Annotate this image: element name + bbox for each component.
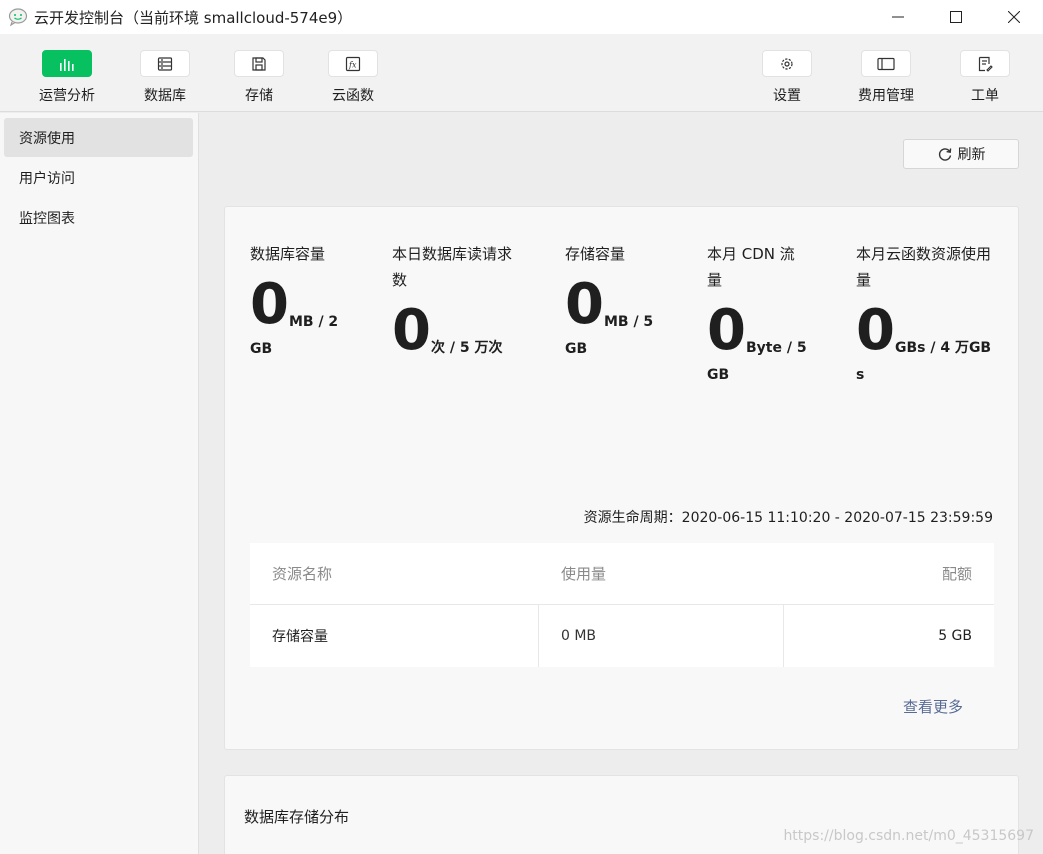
main-toolbar: 运营分析 数据库 存储 fx 云函数 设置 费用管理 工单 bbox=[0, 34, 1043, 112]
tool-cloud-function[interactable]: fx 云函数 bbox=[313, 50, 393, 105]
sidebar-item-monitoring-charts[interactable]: 监控图表 bbox=[4, 198, 193, 237]
tool-ticket-label: 工单 bbox=[971, 88, 999, 104]
tool-billing[interactable]: 费用管理 bbox=[846, 50, 926, 105]
tool-database-button[interactable] bbox=[140, 50, 190, 77]
storage-icon bbox=[252, 56, 266, 71]
table-header-usage: 使用量 bbox=[561, 565, 607, 583]
table-header-row: 资源名称 使用量 配额 bbox=[250, 543, 994, 605]
metric-db-read-requests: 本日数据库读请求数 0次 / 5 万次 bbox=[392, 241, 517, 361]
metric-value: 0 bbox=[392, 298, 431, 363]
tool-analytics-label: 运营分析 bbox=[39, 88, 95, 104]
lifecycle-value: 2020-06-15 11:10:20 - 2020-07-15 23:59:5… bbox=[681, 510, 993, 526]
function-icon: fx bbox=[345, 56, 361, 71]
metric-value: 0 bbox=[707, 298, 746, 363]
resource-usage-card: 数据库容量 0MB / 2 GB 本日数据库读请求数 0次 / 5 万次 存储容… bbox=[224, 206, 1019, 750]
metric-label: 本月 CDN 流量 bbox=[707, 245, 795, 289]
maximize-icon bbox=[950, 11, 962, 23]
metric-value: 0 bbox=[565, 272, 604, 337]
tool-ticket[interactable]: 工单 bbox=[945, 50, 1025, 105]
sidebar-item-resource-usage[interactable]: 资源使用 bbox=[4, 118, 193, 157]
resource-table: 资源名称 使用量 配额 存储容量 0 MB 5 GB bbox=[250, 543, 994, 667]
tool-storage-label: 存储 bbox=[245, 88, 273, 104]
app-logo-icon bbox=[8, 8, 28, 27]
tool-settings-label: 设置 bbox=[773, 88, 801, 104]
close-icon bbox=[1008, 11, 1020, 23]
metric-label: 数据库容量 bbox=[250, 245, 326, 263]
tool-settings-button[interactable] bbox=[762, 50, 812, 77]
metric-cdn-traffic: 本月 CDN 流量 0Byte / 5 GB bbox=[707, 241, 807, 388]
section-title: 数据库存储分布 bbox=[244, 808, 350, 826]
metric-storage-capacity: 存储容量 0MB / 5 GB bbox=[565, 241, 665, 362]
window-title: 云开发控制台（当前环境 smallcloud-574e9） bbox=[34, 8, 353, 27]
tool-analytics[interactable]: 运营分析 bbox=[27, 50, 107, 105]
watermark: https://blog.csdn.net/m0_45315697 bbox=[783, 828, 1034, 844]
tool-analytics-button[interactable] bbox=[42, 50, 92, 77]
metric-function-resource: 本月云函数资源使用量 0GBs / 4 万GBs bbox=[856, 241, 996, 388]
tool-billing-label: 费用管理 bbox=[858, 88, 914, 104]
main-content: 刷新 数据库容量 0MB / 2 GB 本日数据库读请求数 0次 / 5 万次 … bbox=[199, 113, 1043, 854]
tool-billing-button[interactable] bbox=[861, 50, 911, 77]
metric-label: 本月云函数资源使用量 bbox=[856, 245, 992, 289]
tool-database-label: 数据库 bbox=[144, 88, 186, 104]
sidebar-item-user-access[interactable]: 用户访问 bbox=[4, 158, 193, 197]
tool-database[interactable]: 数据库 bbox=[125, 50, 205, 105]
title-bar: 云开发控制台（当前环境 smallcloud-574e9） bbox=[0, 0, 1043, 34]
refresh-button[interactable]: 刷新 bbox=[903, 139, 1019, 169]
gear-icon bbox=[781, 57, 793, 70]
metric-unit: 次 / 5 万次 bbox=[430, 340, 503, 356]
svg-text:fx: fx bbox=[348, 60, 357, 69]
table-row: 存储容量 0 MB 5 GB bbox=[250, 605, 994, 667]
minimize-icon bbox=[892, 16, 904, 18]
refresh-label: 刷新 bbox=[957, 147, 986, 163]
tool-cloud-function-label: 云函数 bbox=[332, 88, 374, 104]
refresh-icon bbox=[938, 148, 951, 161]
table-cell-name: 存储容量 bbox=[250, 605, 539, 667]
metric-value: 0 bbox=[250, 272, 289, 337]
table-cell-quota: 5 GB bbox=[938, 628, 972, 644]
bar-chart-icon bbox=[60, 58, 74, 71]
resource-lifecycle: 资源生命周期：2020-06-15 11:10:20 - 2020-07-15 … bbox=[584, 507, 993, 527]
tool-storage[interactable]: 存储 bbox=[219, 50, 299, 105]
billing-icon bbox=[877, 57, 895, 70]
maximize-button[interactable] bbox=[927, 0, 985, 34]
database-icon bbox=[157, 56, 173, 71]
sidebar: 资源使用 用户访问 监控图表 bbox=[0, 113, 199, 854]
ticket-icon bbox=[978, 56, 993, 72]
minimize-button[interactable] bbox=[869, 0, 927, 34]
metric-label: 本日数据库读请求数 bbox=[392, 245, 513, 289]
table-header-quota: 配额 bbox=[941, 565, 972, 583]
table-header-name: 资源名称 bbox=[272, 565, 333, 583]
metric-database-capacity: 数据库容量 0MB / 2 GB bbox=[250, 241, 350, 362]
close-button[interactable] bbox=[985, 0, 1043, 34]
metric-value: 0 bbox=[856, 298, 895, 363]
table-cell-usage: 0 MB bbox=[539, 605, 784, 667]
metric-label: 存储容量 bbox=[565, 245, 626, 263]
tool-ticket-button[interactable] bbox=[960, 50, 1010, 77]
tool-storage-button[interactable] bbox=[234, 50, 284, 77]
tool-cloud-function-button[interactable]: fx bbox=[328, 50, 378, 77]
tool-settings[interactable]: 设置 bbox=[747, 50, 827, 105]
lifecycle-label: 资源生命周期： bbox=[583, 510, 682, 526]
view-more-link[interactable]: 查看更多 bbox=[903, 696, 963, 717]
